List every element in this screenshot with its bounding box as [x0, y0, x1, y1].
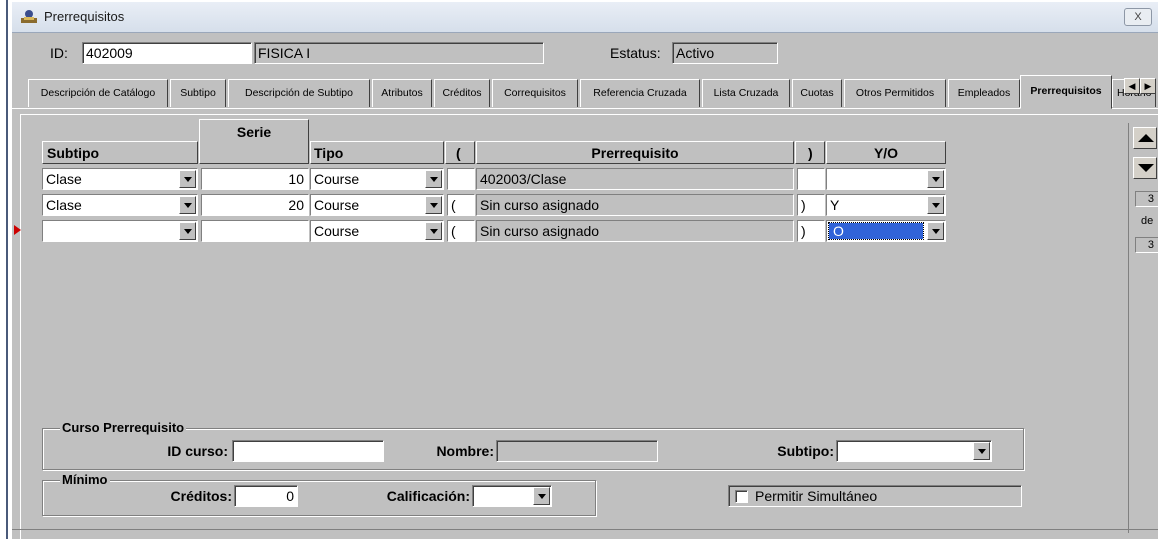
cell-close-paren[interactable]	[797, 168, 825, 190]
tab-atributos[interactable]: Atributos	[372, 79, 432, 107]
cell-subtipo[interactable]: Clase	[42, 168, 198, 190]
creditos-input[interactable]: 0	[234, 485, 298, 507]
col-header-subtipo: Subtipo	[42, 141, 198, 164]
status-field: Activo	[672, 42, 778, 64]
tab-otros-permitidos[interactable]: Otros Permitidos	[844, 79, 946, 107]
dropdown-arrow-icon[interactable]	[179, 196, 196, 214]
calificacion-select[interactable]	[472, 485, 552, 507]
nombre-label: Nombre:	[436, 443, 494, 459]
of-label: de	[1141, 215, 1154, 227]
record-navigator: 3 de 3	[1128, 123, 1158, 533]
tab-empleados[interactable]: Empleados	[948, 79, 1020, 107]
dropdown-arrow-icon[interactable]	[425, 170, 442, 188]
tab-scroll-right-icon[interactable]: ▶	[1140, 78, 1156, 94]
id-label: ID:	[50, 45, 68, 61]
current-row-marker-icon	[14, 225, 21, 235]
tab-subtipo[interactable]: Subtipo	[170, 79, 226, 107]
col-header-prerrequisito: Prerrequisito	[476, 141, 794, 164]
calificacion-label: Calificación:	[386, 488, 470, 504]
creditos-label: Créditos:	[170, 488, 232, 504]
tab-descripcion-subtipo[interactable]: Descripción de Subtipo	[228, 79, 370, 107]
cell-tipo[interactable]: Course	[310, 168, 444, 190]
col-header-open-paren: (	[445, 141, 475, 164]
cell-serie[interactable]: 10	[201, 168, 309, 190]
status-label: Estatus:	[610, 45, 661, 61]
current-record-field: 3	[1135, 191, 1158, 207]
tab-descripcion-catalogo[interactable]: Descripción de Catálogo	[28, 79, 168, 107]
tab-strip: Descripción de Catálogo Subtipo Descripc…	[12, 75, 1158, 109]
total-records-field: 3	[1135, 237, 1158, 253]
nombre-field	[496, 440, 658, 462]
col-header-serie: Serie	[199, 119, 309, 164]
col-header-yo: Y/O	[826, 141, 946, 164]
bottom-divider	[12, 529, 1158, 530]
cell-open-paren[interactable]	[447, 168, 475, 190]
cell-prerrequisito: 402003/Clase	[476, 168, 794, 190]
subtipo-label: Subtipo:	[777, 443, 834, 459]
cell-tipo[interactable]: Course	[310, 194, 444, 216]
tab-prerrequisitos[interactable]: Prerrequisitos	[1020, 75, 1112, 109]
cell-yo-value: Y	[830, 197, 840, 213]
window-title: Prerrequisitos	[44, 9, 125, 24]
tab-scroll-left-icon[interactable]: ◀	[1124, 78, 1140, 94]
minimo-title: Mínimo	[60, 472, 110, 487]
permitir-simultaneo-label: Permitir Simultáneo	[755, 488, 878, 504]
col-header-tipo: Tipo	[310, 141, 444, 164]
curso-prerrequisito-title: Curso Prerrequisito	[60, 420, 187, 435]
dropdown-arrow-icon[interactable]	[973, 442, 990, 460]
id-field[interactable]: 402009	[82, 42, 252, 64]
cell-subtipo[interactable]	[42, 220, 198, 242]
dropdown-arrow-icon[interactable]	[425, 196, 442, 214]
cell-subtipo-value: Clase	[46, 171, 82, 187]
left-edge	[0, 0, 10, 539]
dropdown-arrow-icon[interactable]	[927, 170, 944, 188]
close-button[interactable]: X	[1124, 8, 1152, 26]
title-bar: Prerrequisitos X	[12, 2, 1158, 33]
close-icon: X	[1134, 11, 1142, 23]
dropdown-arrow-icon[interactable]	[927, 222, 944, 240]
cell-prerrequisito: Sin curso asignado	[476, 194, 794, 216]
dropdown-arrow-icon[interactable]	[927, 196, 944, 214]
course-name-field: FISICA I	[254, 42, 544, 64]
cell-serie[interactable]	[201, 220, 309, 242]
cell-tipo-value: Course	[314, 197, 360, 213]
cell-serie[interactable]: 20	[201, 194, 309, 216]
cell-subtipo[interactable]: Clase	[42, 194, 198, 216]
tab-creditos[interactable]: Créditos	[434, 79, 490, 107]
permitir-simultaneo-checkbox[interactable]	[735, 490, 748, 503]
prerrequisitos-window: Prerrequisitos X ID: 402009 FISICA I Est…	[12, 2, 1158, 539]
cell-tipo[interactable]: Course	[310, 220, 444, 242]
cell-yo-value: O	[828, 222, 924, 240]
dropdown-arrow-icon[interactable]	[179, 222, 196, 240]
app-icon	[21, 10, 37, 23]
col-header-close-paren: )	[795, 141, 825, 164]
tab-referencia-cruzada[interactable]: Referencia Cruzada	[580, 79, 700, 107]
id-curso-input[interactable]	[232, 440, 384, 462]
cell-yo[interactable]	[826, 168, 946, 190]
cell-yo[interactable]: Y	[826, 194, 946, 216]
cell-tipo-value: Course	[314, 171, 360, 187]
dropdown-arrow-icon[interactable]	[425, 222, 442, 240]
cell-close-paren[interactable]: )	[797, 220, 825, 242]
tab-lista-cruzada[interactable]: Lista Cruzada	[702, 79, 790, 107]
cell-prerrequisito: Sin curso asignado	[476, 220, 794, 242]
header-row: ID: 402009 FISICA I Estatus: Activo	[12, 33, 1158, 73]
cell-tipo-value: Course	[314, 223, 360, 239]
cell-subtipo-value: Clase	[46, 197, 82, 213]
cell-open-paren[interactable]: (	[447, 220, 475, 242]
permitir-simultaneo-box[interactable]: Permitir Simultáneo	[728, 485, 1022, 507]
tab-cuotas[interactable]: Cuotas	[792, 79, 842, 107]
id-curso-label: ID curso:	[167, 443, 228, 459]
subtipo-select[interactable]	[836, 440, 992, 462]
dropdown-arrow-icon[interactable]	[533, 487, 550, 505]
cell-close-paren[interactable]: )	[797, 194, 825, 216]
cell-yo[interactable]: O	[826, 220, 946, 242]
scroll-up-icon[interactable]	[1133, 127, 1157, 149]
tab-correquisitos[interactable]: Correquisitos	[492, 79, 578, 107]
scroll-down-icon[interactable]	[1133, 157, 1157, 179]
cell-open-paren[interactable]: (	[447, 194, 475, 216]
dropdown-arrow-icon[interactable]	[179, 170, 196, 188]
